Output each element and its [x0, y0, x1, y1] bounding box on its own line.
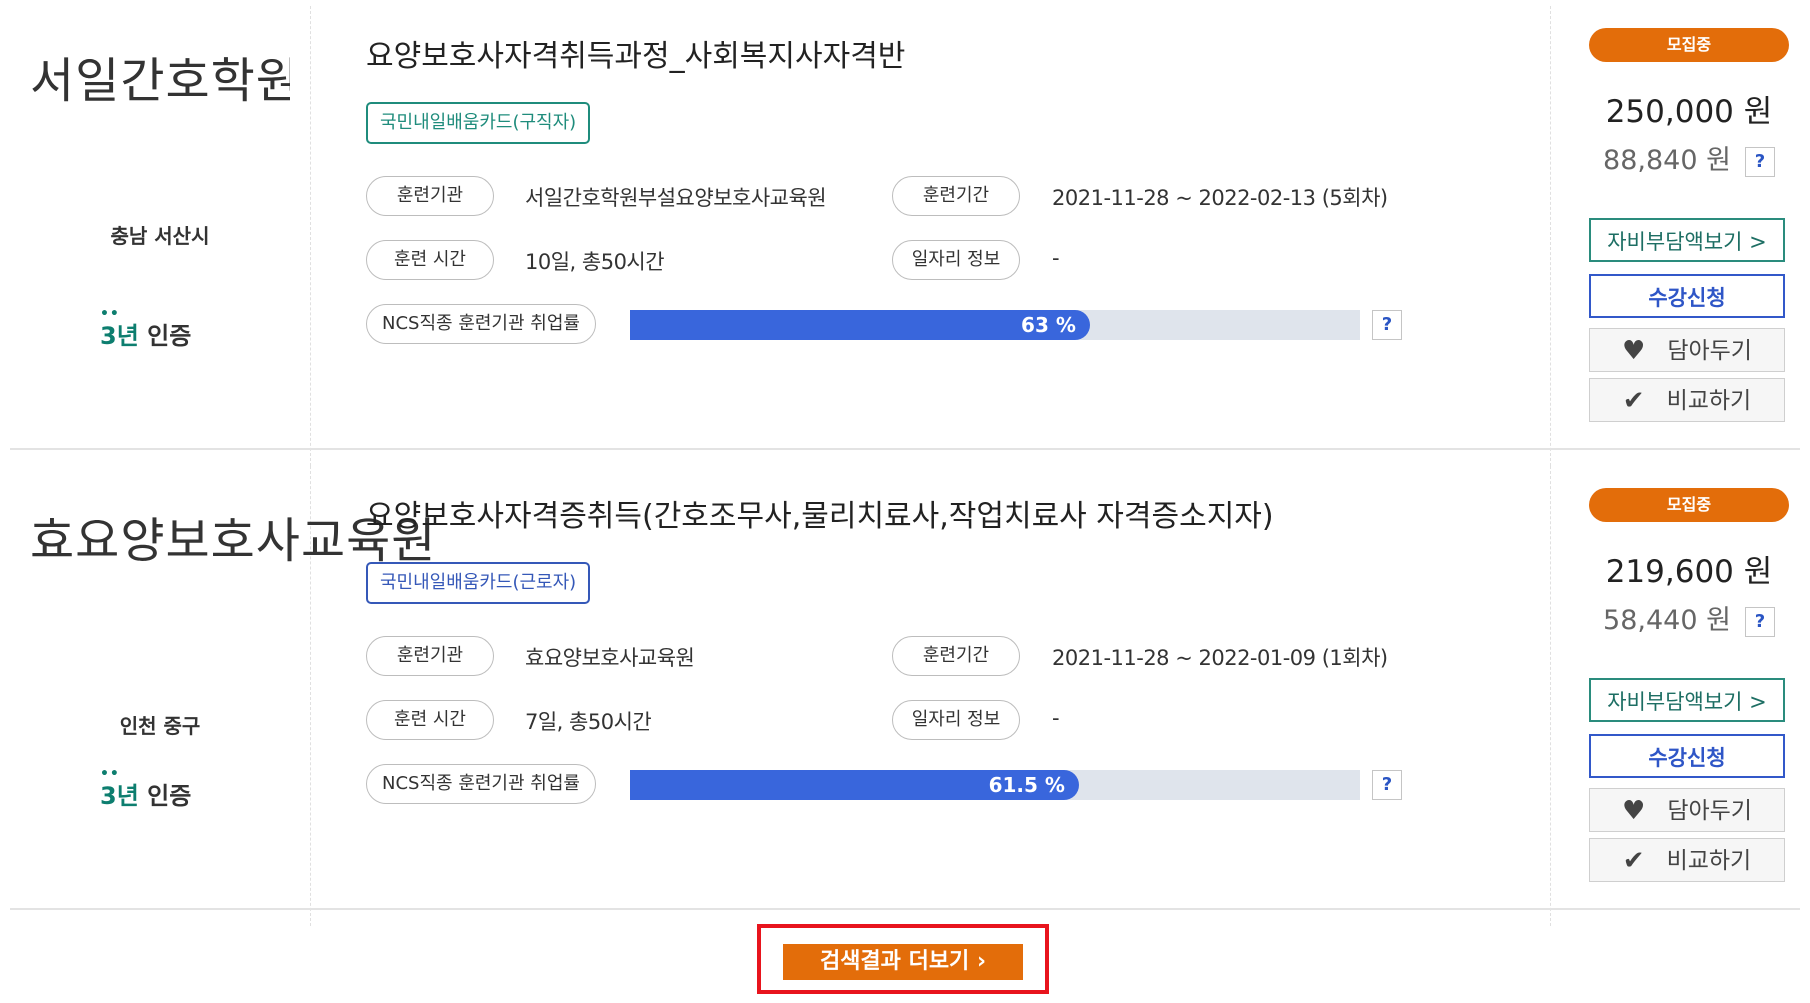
employment-rate-value: 63 % — [1021, 313, 1076, 337]
self-pay-view-button[interactable]: 자비부담액보기 > — [1589, 678, 1785, 722]
compare-button[interactable]: ✔ 비교하기 — [1589, 838, 1785, 882]
job-info-label: 일자리 정보 — [892, 240, 1020, 280]
card-type-badge: 국민내일배움카드(근로자) — [366, 562, 591, 604]
training-hours-label: 훈련 시간 — [366, 240, 494, 280]
institution-name[interactable]: 효요양보호사교육원 — [30, 506, 435, 577]
training-period-label: 훈련기간 — [892, 636, 1020, 676]
status-badge: 모집중 — [1589, 488, 1789, 522]
self-pay-amount: 88,840 원? — [1589, 138, 1789, 179]
compare-label: 비교하기 — [1666, 388, 1752, 414]
card-divider — [10, 448, 1800, 450]
compare-button[interactable]: ✔ 비교하기 — [1589, 378, 1785, 422]
training-period-value: 2021-11-28 ~ 2022-01-09 (1회차) — [1052, 646, 1388, 670]
employment-rate-label: NCS직종 훈련기관 취업률 — [366, 304, 596, 344]
compare-label: 비교하기 — [1666, 848, 1752, 874]
wishlist-button[interactable]: ♥ 담아두기 — [1589, 328, 1785, 372]
wishlist-label: 담아두기 — [1667, 338, 1752, 364]
course-actions: 모집중 219,600 원 58,440 원? 자비부담액보기 > 수강신청 ♥… — [1550, 466, 1801, 926]
training-hours-value: 7일, 총50시간 — [525, 710, 652, 734]
training-org-value: 효요양보호사교육원 — [525, 646, 695, 670]
training-period-label: 훈련기간 — [892, 176, 1020, 216]
course-card: 효요양보호사교육원 인천 중구 3년 인증 요양보호사자격증취득(간호조무사,물… — [10, 466, 1800, 926]
training-org-label: 훈련기관 — [366, 636, 494, 676]
employment-rate-label: NCS직종 훈련기관 취업률 — [366, 764, 596, 804]
employment-rate-help-icon[interactable]: ? — [1372, 310, 1402, 340]
certification-years: 3년 — [100, 782, 139, 810]
self-pay-view-button[interactable]: 자비부담액보기 > — [1589, 218, 1785, 262]
heart-icon: ♥ — [1622, 336, 1646, 366]
card-divider — [10, 908, 1800, 910]
status-badge: 모집중 — [1589, 28, 1789, 62]
certification-badge: 3년 인증 — [100, 776, 191, 811]
institution-region: 충남 서산시 — [110, 224, 210, 248]
self-pay-help-icon[interactable]: ? — [1744, 607, 1775, 637]
heart-icon: ♥ — [1622, 796, 1646, 826]
course-title[interactable]: 요양보호사자격증취득(간호조무사,물리치료사,작업치료사 자격증소지자) — [366, 491, 1274, 535]
certification-badge: 3년 인증 — [100, 316, 191, 351]
card-type-badge: 국민내일배움카드(구직자) — [366, 102, 591, 144]
certification-label: 인증 — [147, 322, 192, 350]
certification-years: 3년 — [100, 322, 139, 350]
employment-rate-value: 61.5 % — [988, 773, 1065, 797]
training-hours-label: 훈련 시간 — [366, 700, 494, 740]
course-detail: 요양보호사자격증취득(간호조무사,물리치료사,작업치료사 자격증소지자) 국민내… — [310, 466, 1550, 926]
institution-column: 서일간호학원부설요양보호사교육원 충남 서산시 3년 인증 — [10, 6, 311, 466]
employment-rate-fill: 63 % — [630, 310, 1090, 340]
training-org-label: 훈련기관 — [366, 176, 494, 216]
self-pay-value: 58,440 원 — [1603, 605, 1731, 636]
course-title[interactable]: 요양보호사자격취득과정_사회복지사자격반 — [366, 31, 905, 75]
course-actions: 모집중 250,000 원 88,840 원? 자비부담액보기 > 수강신청 ♥… — [1550, 6, 1801, 466]
more-results-label: 검색결과 더보기 — [819, 949, 970, 974]
job-info-value: - — [1052, 706, 1060, 730]
more-results-highlight: 검색결과 더보기 › — [757, 924, 1049, 994]
self-pay-value: 88,840 원 — [1603, 145, 1731, 176]
course-card: 서일간호학원부설요양보호사교육원 충남 서산시 3년 인증 요양보호사자격취득과… — [10, 6, 1800, 466]
chevron-right-icon: › — [976, 949, 987, 974]
training-hours-value: 10일, 총50시간 — [525, 250, 665, 274]
job-info-label: 일자리 정보 — [892, 700, 1020, 740]
wishlist-button[interactable]: ♥ 담아두기 — [1589, 788, 1785, 832]
training-org-value: 서일간호학원부설요양보호사교육원 — [525, 186, 827, 210]
institution-region: 인천 중구 — [119, 714, 201, 738]
self-pay-amount: 58,440 원? — [1589, 598, 1789, 639]
check-icon: ✔ — [1622, 386, 1645, 416]
apply-button[interactable]: 수강신청 — [1589, 734, 1785, 778]
apply-button[interactable]: 수강신청 — [1589, 274, 1785, 318]
employment-rate-bar: 63 % — [630, 310, 1360, 340]
wishlist-label: 담아두기 — [1667, 798, 1752, 824]
employment-rate-help-icon[interactable]: ? — [1372, 770, 1402, 800]
employment-rate-bar: 61.5 % — [630, 770, 1360, 800]
job-info-value: - — [1052, 246, 1060, 270]
check-icon: ✔ — [1622, 846, 1645, 876]
training-period-value: 2021-11-28 ~ 2022-02-13 (5회차) — [1052, 186, 1388, 210]
course-detail: 요양보호사자격취득과정_사회복지사자격반 국민내일배움카드(구직자) 훈련기관 … — [310, 6, 1550, 466]
self-pay-help-icon[interactable]: ? — [1744, 147, 1775, 177]
more-results-button[interactable]: 검색결과 더보기 › — [783, 944, 1023, 980]
course-price: 219,600 원 — [1605, 554, 1773, 590]
certification-label: 인증 — [147, 782, 192, 810]
course-price: 250,000 원 — [1605, 94, 1773, 130]
institution-column: 효요양보호사교육원 인천 중구 3년 인증 — [10, 466, 435, 926]
employment-rate-fill: 61.5 % — [630, 770, 1079, 800]
